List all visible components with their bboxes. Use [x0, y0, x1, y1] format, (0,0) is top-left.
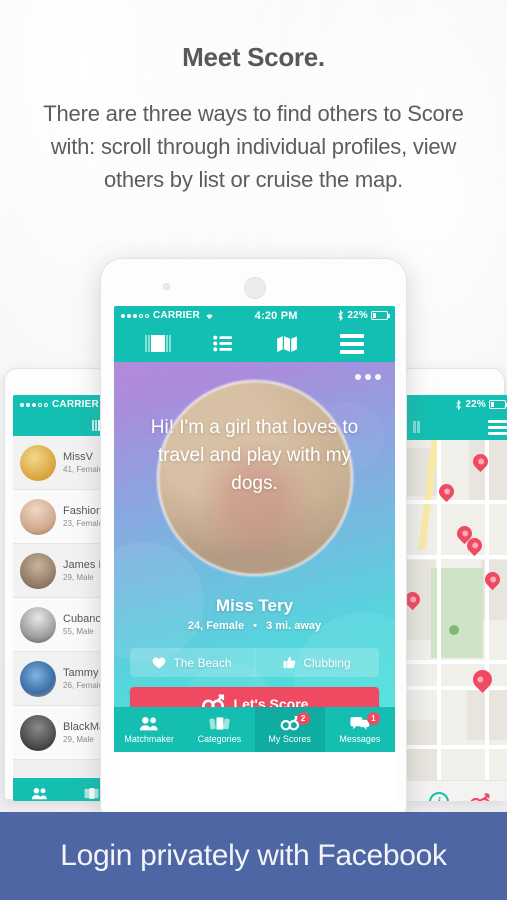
right-navbar	[407, 414, 507, 440]
badge: 2	[296, 712, 310, 725]
tab-matchmaker[interactable]: Matchmaker	[114, 707, 184, 752]
signal-dots-icon	[20, 402, 48, 407]
slider-icon[interactable]	[413, 421, 420, 433]
left-carrier-label: CARRIER	[52, 399, 99, 410]
right-statusbar: 22%	[407, 395, 507, 414]
list-item-name: Cubano	[63, 613, 102, 625]
camera-icon	[163, 283, 170, 290]
cards-icon	[209, 716, 230, 730]
avatar	[20, 552, 56, 589]
cards-icon	[84, 787, 98, 799]
slider-icon[interactable]	[145, 335, 172, 352]
center-statusbar: CARRIER 4:20 PM 22%	[114, 306, 395, 325]
bluetooth-icon	[338, 310, 344, 321]
map-icon[interactable]	[276, 335, 298, 353]
phone-right-map-view: 22% i	[399, 368, 507, 801]
center-navbar[interactable]	[114, 325, 395, 362]
profile-distance: 3 mi. away	[266, 620, 322, 632]
people-icon	[31, 787, 47, 799]
tab-messages[interactable]: 1 Messages	[325, 707, 395, 752]
phone-left-list-view: CARRIER MissV 41, Female Fashioni 23, Fe…	[4, 368, 117, 801]
info-icon[interactable]: i	[429, 791, 449, 801]
list-item-name: MissV	[63, 451, 93, 463]
center-status-right: 22%	[337, 310, 390, 321]
chip-the-beach[interactable]: The Beach	[130, 648, 254, 677]
tab-matchmaker[interactable]: Matchmaker	[13, 778, 65, 801]
tab-label: Categories	[197, 733, 242, 744]
center-signal: CARRIER	[121, 310, 215, 321]
list-item-meta: 41, Female	[63, 465, 104, 474]
phone-center-profile-view: CARRIER 4:20 PM 22% Hi! I'm a girl that …	[100, 258, 407, 815]
center-tabbar[interactable]: Matchmaker Categories 2 My Scores 1 Mess…	[114, 707, 395, 752]
avatar	[20, 498, 56, 535]
avatar	[20, 660, 56, 697]
hamburger-icon[interactable]	[488, 419, 507, 435]
speaker-grille-icon	[244, 277, 266, 299]
list-item-name: Tammy	[63, 667, 99, 679]
tab-label: Matchmaker	[124, 733, 174, 744]
badge: 1	[366, 712, 380, 725]
avatar	[20, 444, 56, 481]
battery-icon	[371, 311, 390, 320]
center-time-label: 4:20 PM	[254, 309, 298, 322]
map-action-bar[interactable]: i	[407, 780, 507, 801]
tab-label: My Scores	[268, 733, 311, 744]
thumbs-up-icon	[283, 656, 296, 669]
lets-score-label: Let's Score	[233, 695, 309, 708]
list-item-name: Fashioni	[63, 505, 105, 517]
meta-separator: •	[253, 620, 258, 632]
right-status-right: 22%	[455, 399, 507, 410]
interest-chips[interactable]: The Beach Clubbing	[130, 648, 379, 677]
score-icon	[201, 694, 224, 707]
chip-clubbing[interactable]: Clubbing	[254, 648, 379, 677]
facebook-login-label: Login privately with Facebook	[60, 839, 447, 872]
avatar	[20, 606, 56, 643]
people-icon	[140, 716, 158, 730]
heart-icon	[153, 657, 166, 668]
page-title: Meet Score.	[182, 42, 325, 72]
hamburger-icon[interactable]	[339, 333, 364, 354]
list-item-meta: 55, Male	[63, 627, 94, 636]
park-marker-icon	[449, 625, 459, 635]
wifi-icon	[206, 314, 213, 320]
tab-label: Messages	[339, 733, 381, 744]
center-battery-label: 22%	[347, 310, 368, 321]
avatar	[20, 714, 56, 751]
list-icon[interactable]	[213, 335, 233, 352]
more-options-icon[interactable]	[355, 374, 381, 380]
profile-name: Miss Tery	[215, 596, 294, 615]
signal-dots-icon	[121, 313, 149, 318]
tab-categories[interactable]: Categories	[184, 707, 254, 752]
profile-meta: 24, Female • 3 mi. away	[114, 620, 395, 632]
page-subtitle: There are three ways to find others to S…	[43, 101, 464, 192]
profile-age-gender: 24, Female	[187, 620, 245, 632]
list-item-meta: 26, Female	[63, 681, 104, 690]
center-screen: CARRIER 4:20 PM 22% Hi! I'm a girl that …	[114, 306, 395, 804]
lets-score-button[interactable]: Let's Score	[130, 687, 379, 707]
tab-my-scores[interactable]: 2 My Scores	[254, 707, 325, 752]
chip-label: Clubbing	[303, 655, 351, 670]
profile-card: Hi! I'm a girl that loves to travel and …	[114, 362, 395, 707]
chip-label: The Beach	[173, 655, 232, 670]
battery-icon	[489, 400, 507, 409]
list-item-name: BlackMa	[63, 721, 106, 733]
right-battery-label: 22%	[465, 399, 486, 410]
list-item-meta: 23, Female	[63, 519, 104, 528]
right-screen: 22% i	[407, 395, 507, 801]
profile-bio: Hi! I'm a girl that loves to travel and …	[150, 417, 359, 494]
center-carrier-label: CARRIER	[153, 310, 200, 321]
bluetooth-icon	[456, 399, 462, 410]
list-item-meta: 29, Male	[63, 735, 94, 744]
score-icon[interactable]	[469, 792, 491, 802]
map-canvas[interactable]	[407, 440, 507, 780]
hero-section: Meet Score. There are three ways to find…	[0, 0, 507, 196]
facebook-login-banner[interactable]: Login privately with Facebook	[0, 812, 507, 900]
